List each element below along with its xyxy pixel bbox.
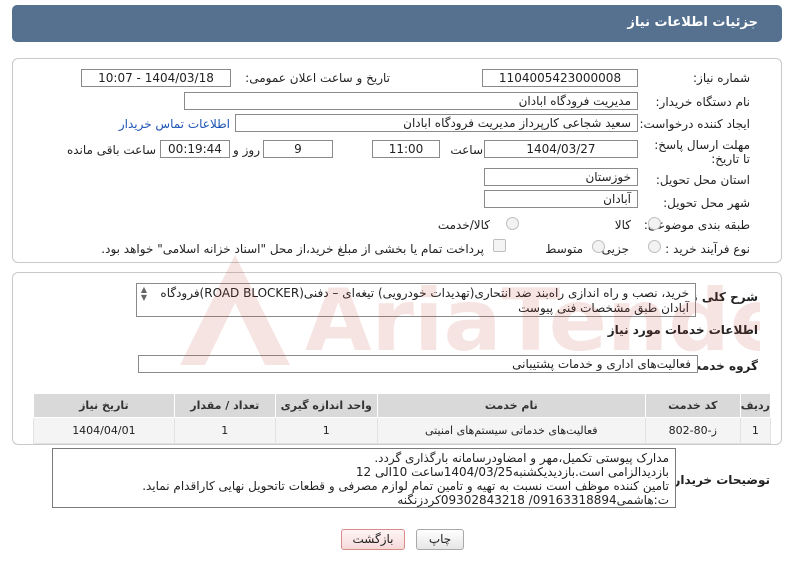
description-line-2: آبادان طبق مشخصات فنی پیوست [518,301,689,315]
col-service-code: کد خدمت [644,393,741,418]
service-group-field[interactable]: فعالیت‌های اداری و خدمات پشتیبانی [138,355,698,373]
table-header-row: ردیف کد خدمت نام خدمت واحد اندازه گیری ت… [33,393,772,418]
buyer-notes-line-4: ت:هاشمی09163318894/ 09302843218کردزنگنه [397,493,669,507]
deadline-date-field[interactable]: 1404/03/27 [484,140,638,158]
description-line-1: خرید، نصب و راه اندازی راه‌بند ضد انتحار… [160,286,689,300]
col-unit: واحد اندازه گیری [274,393,378,418]
buyer-contact-link[interactable]: اطلاعات تماس خریدار [119,117,230,131]
province-label: استان محل تحویل: [655,173,750,187]
need-number-label: شماره نیاز: [693,71,750,85]
deadline-time-label: ساعت [450,143,483,157]
page-header: جزئیات اطلاعات نیاز [12,5,782,42]
process-label: نوع فرآیند خرید : [665,242,750,256]
buyer-notes-line-3: تامین کننده موظف است نسبت به تهیه و تامی… [142,479,669,493]
announce-field[interactable]: 1404/03/18 - 10:07 [81,69,231,87]
table-row[interactable]: 1 ز-80-802 فعالیت‌های خدماتی سیستم‌های ا… [33,417,772,444]
category-radio-goods-service[interactable] [506,217,519,230]
announce-label: تاریخ و ساعت اعلان عمومی: [245,71,390,85]
buyer-org-label: نام دستگاه خریدار: [655,95,751,109]
buyer-notes-line-1: مدارک پیوستی تکمیل،مهر و امضاودرسامانه ب… [374,451,669,465]
print-button[interactable]: چاپ [416,529,464,550]
cell-row: 1 [739,417,772,444]
payment-note: پرداخت تمام یا بخشی از مبلغ خرید،از محل … [101,242,484,256]
city-label: شهر محل تحویل: [663,196,750,210]
process-option-minor: جزیی [601,242,629,256]
cell-service-name: فعالیت‌های خدماتی سیستم‌های امنیتی [376,417,646,444]
col-need-date: تاریخ نیاز [33,393,175,418]
col-quantity: تعداد / مقدار [173,393,276,418]
days-field[interactable]: 9 [263,140,333,158]
treasury-checkbox[interactable] [493,239,506,252]
back-button[interactable]: بازگشت [341,529,405,550]
category-option-goods: کالا [614,218,631,232]
services-section-title: اطلاعات خدمات مورد نیاز [607,323,758,337]
remaining-label: ساعت باقی مانده [66,143,156,157]
deadline-time-field[interactable]: 11:00 [372,140,440,158]
process-option-medium: متوسط [545,242,583,256]
category-option-goods-service: کالا/خدمت [437,218,490,232]
days-label: روز و [233,143,260,157]
page-title: جزئیات اطلاعات نیاز [627,15,758,30]
category-radio-goods[interactable] [648,217,661,230]
process-radio-medium[interactable] [592,240,605,253]
process-radio-minor[interactable] [648,240,661,253]
services-table: ردیف کد خدمت نام خدمت واحد اندازه گیری ت… [33,393,772,444]
cell-quantity: 1 [173,417,276,444]
cell-need-date: 1404/04/01 [33,417,175,444]
cell-unit: 1 [274,417,378,444]
description-textarea[interactable]: خرید، نصب و راه اندازی راه‌بند ضد انتحار… [136,283,696,317]
remaining-time-field[interactable]: 00:19:44 [160,140,230,158]
cell-service-code: ز-80-802 [644,417,741,444]
need-number-field[interactable]: 1104005423000008 [482,69,638,87]
buyer-notes-line-2: بازدیدالزامی است.بازدیدیکشنبه1404/03/25س… [355,465,669,479]
requester-field[interactable]: سعید شجاعی کارپرداز مدیریت فرودگاه ابادا… [235,114,638,132]
buyer-notes-textarea[interactable]: مدارک پیوستی تکمیل،مهر و امضاودرسامانه ب… [52,448,676,508]
col-service-name: نام خدمت [376,393,646,418]
buyer-notes-label: توضیحات خریدار: [668,473,770,487]
province-field[interactable]: خوزستان [484,168,638,186]
buyer-org-field[interactable]: مدیریت فرودگاه ابادان [184,92,638,110]
requester-label: ایجاد کننده درخواست: [639,117,750,131]
col-row: ردیف [739,393,772,418]
textarea-scroll-icon[interactable]: ▲ ▼ [139,286,149,302]
city-field[interactable]: آبادان [484,190,638,208]
deadline-label: مهلت ارسال پاسخ: تا تاریخ: [654,138,750,166]
